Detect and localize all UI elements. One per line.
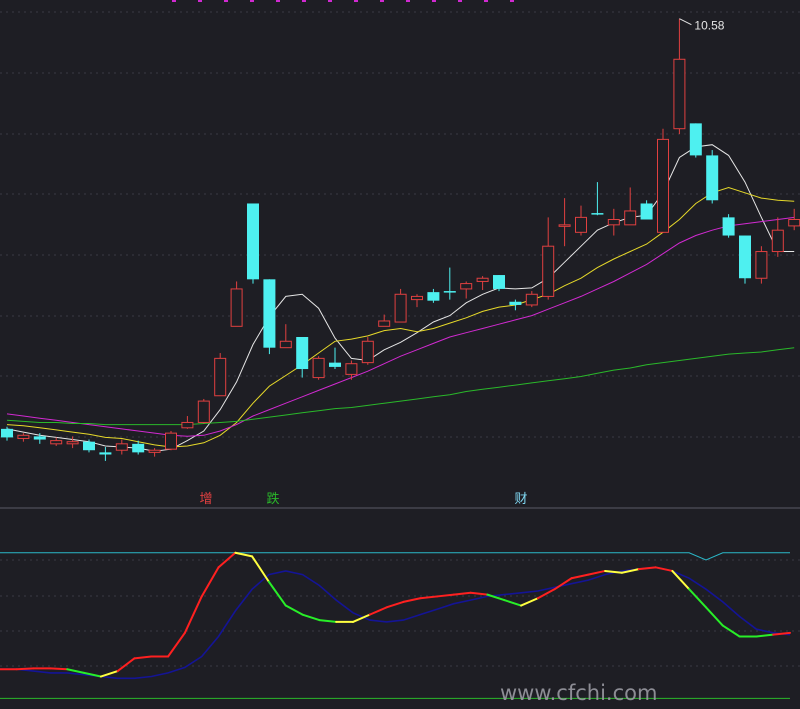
candle-body: [739, 235, 751, 279]
marker-tick: [510, 0, 514, 2]
bottom-label-zeng: 增: [199, 491, 212, 506]
high-price-label: 10.58: [694, 19, 724, 33]
candle-body: [394, 293, 407, 323]
candle-body: [443, 291, 456, 293]
marker-tick: [224, 0, 228, 2]
candle-body: [607, 219, 620, 226]
candle-body: [591, 213, 604, 215]
candle-body: [788, 219, 800, 227]
marker-tick: [406, 0, 410, 2]
candle-body: [99, 452, 112, 455]
bottom-label-die: 跌: [266, 491, 279, 506]
candle: [361, 337, 374, 365]
candle-body: [493, 275, 505, 289]
candle-body: [329, 362, 341, 367]
candle-body: [33, 436, 46, 440]
marker-tick: [432, 0, 436, 2]
candle-body: [50, 440, 63, 445]
watermark: www.cfchi.com: [500, 681, 657, 704]
marker-tick: [250, 0, 254, 2]
candle-body: [115, 443, 128, 451]
candle-body: [378, 320, 391, 327]
candle-body: [542, 245, 555, 297]
candle-body: [197, 400, 210, 423]
candle: [197, 398, 210, 424]
candle-body: [263, 279, 276, 348]
candle: [165, 431, 177, 451]
marker-tick: [354, 0, 358, 2]
candle-body: [230, 288, 243, 327]
marker-tick: [302, 0, 306, 2]
candle-body: [361, 340, 374, 364]
candle-body: [83, 441, 95, 451]
candle-body: [214, 357, 227, 397]
candle-body: [624, 210, 637, 226]
candle-body: [771, 229, 784, 253]
candle-body: [312, 357, 325, 379]
osc-main-segment: [49, 667, 69, 671]
candle-body: [673, 58, 686, 130]
marker-tick: [328, 0, 332, 2]
candle-body: [689, 123, 702, 156]
candle-body: [575, 216, 587, 233]
candle-body: [66, 441, 79, 445]
candle-body: [247, 203, 259, 280]
candle-body: [296, 337, 309, 370]
chart-root: 10.58 增 跌 财 www.cfchi.com: [0, 0, 800, 705]
candle-body: [640, 203, 653, 220]
marker-tick: [458, 0, 462, 2]
candle: [706, 150, 719, 204]
candle: [689, 123, 702, 158]
candle: [722, 214, 735, 238]
marker-tick: [198, 0, 202, 2]
candle: [247, 203, 259, 284]
candle: [394, 288, 407, 323]
candle-body: [525, 293, 538, 306]
candle: [312, 356, 325, 380]
marker-tick: [276, 0, 280, 2]
candle-body: [148, 449, 161, 453]
candle-body: [509, 301, 522, 305]
candle-body: [427, 292, 440, 301]
candle: [263, 279, 276, 355]
stock-chart: 10.58 增 跌 财 www.cfchi.com: [0, 0, 800, 705]
candle: [657, 128, 669, 233]
candle-body: [1, 428, 13, 438]
candle-body: [132, 443, 145, 453]
candle-body: [558, 224, 571, 227]
candle-body: [755, 251, 768, 279]
candle: [739, 235, 751, 284]
candle: [755, 246, 768, 284]
candle-body: [181, 421, 194, 429]
candle-body: [279, 340, 292, 349]
candle-body: [460, 283, 473, 290]
candle: [493, 275, 505, 292]
candle-body: [706, 155, 719, 201]
candle-body: [411, 295, 423, 301]
candle-body: [657, 138, 669, 233]
marker-tick: [484, 0, 488, 2]
marker-tick: [380, 0, 384, 2]
marker-tick: [172, 0, 176, 2]
candle: [214, 353, 227, 397]
candle-body: [165, 432, 177, 450]
candle-body: [17, 434, 30, 439]
osc-main-segment: [15, 667, 35, 671]
bottom-label-cai: 财: [514, 491, 527, 506]
candle-body: [722, 217, 735, 236]
candle-body: [476, 277, 489, 282]
candle-body: [345, 363, 358, 375]
